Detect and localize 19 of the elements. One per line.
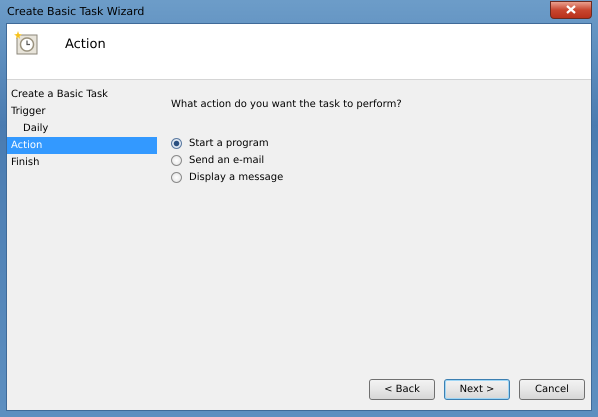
radio-option[interactable]: Display a message bbox=[171, 172, 591, 183]
radio-button[interactable] bbox=[171, 138, 182, 149]
radio-option[interactable]: Start a program bbox=[171, 138, 591, 149]
wizard-button[interactable]: Next > bbox=[444, 379, 510, 400]
wizard-button[interactable]: Cancel bbox=[519, 379, 585, 400]
radio-button[interactable] bbox=[171, 155, 182, 166]
radio-option[interactable]: Send an e-mail bbox=[171, 155, 591, 166]
radio-button[interactable] bbox=[171, 172, 182, 183]
close-button[interactable] bbox=[550, 0, 592, 18]
close-icon bbox=[566, 5, 576, 14]
sidebar-item[interactable]: Daily bbox=[7, 120, 157, 137]
page-title: Action bbox=[65, 37, 106, 52]
sidebar-item[interactable]: Trigger bbox=[7, 103, 157, 120]
clock-icon bbox=[13, 30, 39, 56]
window-title: Create Basic Task Wizard bbox=[6, 5, 144, 18]
sidebar-item[interactable]: Finish bbox=[7, 154, 157, 171]
wizard-button[interactable]: < Back bbox=[369, 379, 435, 400]
question-text: What action do you want the task to perform? bbox=[171, 99, 403, 110]
sidebar-item[interactable]: Create a Basic Task bbox=[7, 86, 157, 103]
